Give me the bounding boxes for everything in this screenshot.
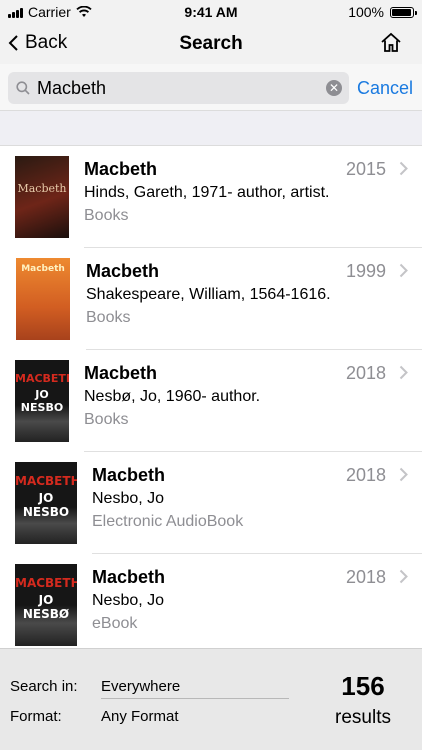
cover-title: MACBETH <box>15 372 69 385</box>
chevron-right-icon <box>399 365 408 380</box>
search-query: Macbeth <box>37 78 107 98</box>
result-author: Nesbø, Jo, 1960- author. <box>84 388 261 405</box>
result-row[interactable]: MACBETH JO NESBØ Macbeth Nesbo, Jo eBook… <box>0 554 422 648</box>
result-row[interactable]: Macbeth Macbeth Shakespeare, William, 15… <box>0 248 422 350</box>
result-format: Books <box>86 309 131 326</box>
book-cover: MACBETH JO NESBØ <box>15 564 77 646</box>
result-year: 2018 <box>345 465 386 485</box>
book-cover: Macbeth <box>16 258 70 340</box>
result-format: eBook <box>92 615 138 632</box>
navigation-bar: Back Search <box>0 24 422 64</box>
results-count-label: results <box>335 707 391 728</box>
result-author: Nesbo, Jo <box>92 592 165 609</box>
result-row[interactable]: MACBETH JO NESBO Macbeth Nesbø, Jo, 1960… <box>0 350 422 452</box>
result-title: Macbeth <box>84 159 158 179</box>
chevron-right-icon <box>399 569 408 584</box>
result-year: 2018 <box>345 567 386 587</box>
chevron-right-icon <box>399 161 408 176</box>
result-year: 2018 <box>345 363 386 383</box>
search-summary-footer: Search in: Everywhere Format: Any Format… <box>0 648 422 750</box>
book-cover: Macbeth <box>15 156 69 238</box>
result-author: Shakespeare, William, 1564-1616. <box>86 286 331 303</box>
result-format: Books <box>84 207 129 224</box>
format-selector[interactable]: Any Format <box>101 708 179 725</box>
cover-title: MACBETH <box>15 474 77 488</box>
battery-indicator: 100% <box>348 4 417 20</box>
cancel-button[interactable]: Cancel <box>357 78 413 99</box>
result-author: Nesbo, Jo <box>92 490 165 507</box>
result-title: Macbeth <box>84 363 158 383</box>
book-cover: MACBETH JO NESBO <box>15 462 77 544</box>
cover-author: JO NESBØ <box>22 593 70 621</box>
clear-icon[interactable]: ✕ <box>326 80 342 96</box>
section-spacer <box>0 110 422 146</box>
result-format: Electronic AudioBook <box>92 513 244 530</box>
result-year: 1999 <box>345 261 386 281</box>
page-title: Search <box>179 33 243 54</box>
cover-author: JO NESBO <box>22 491 70 519</box>
cover-author: JO NESBO <box>20 388 64 414</box>
result-title: Macbeth <box>92 465 166 485</box>
book-cover: MACBETH JO NESBO <box>15 360 69 442</box>
format-label: Format: <box>10 708 62 725</box>
search-in-label: Search in: <box>10 678 78 695</box>
chevron-right-icon <box>399 467 408 482</box>
result-year: 2015 <box>345 159 386 179</box>
result-row[interactable]: Macbeth Macbeth Hinds, Gareth, 1971- aut… <box>0 146 422 248</box>
cover-title: Macbeth <box>21 264 65 274</box>
cover-title: Macbeth <box>17 182 67 195</box>
home-icon[interactable] <box>380 32 402 54</box>
search-in-selector[interactable]: Everywhere <box>101 678 180 695</box>
search-input[interactable]: Macbeth ✕ <box>8 72 349 104</box>
cover-title: MACBETH <box>15 576 77 590</box>
results-count: 156 <box>341 671 385 701</box>
result-title: Macbeth <box>92 567 166 587</box>
results-list[interactable]: Macbeth Macbeth Hinds, Gareth, 1971- aut… <box>0 146 422 648</box>
search-icon <box>16 81 30 95</box>
result-title: Macbeth <box>86 261 160 281</box>
result-author: Hinds, Gareth, 1971- author, artist. <box>84 184 330 201</box>
result-format: Books <box>84 411 129 428</box>
status-bar: Carrier 9:41 AM 100% <box>0 0 422 24</box>
chevron-right-icon <box>399 263 408 278</box>
battery-percent: 100% <box>348 4 384 20</box>
battery-icon <box>390 6 417 18</box>
search-bar: Macbeth ✕ Cancel <box>0 64 422 110</box>
result-row[interactable]: MACBETH JO NESBO Macbeth Nesbo, Jo Elect… <box>0 452 422 554</box>
